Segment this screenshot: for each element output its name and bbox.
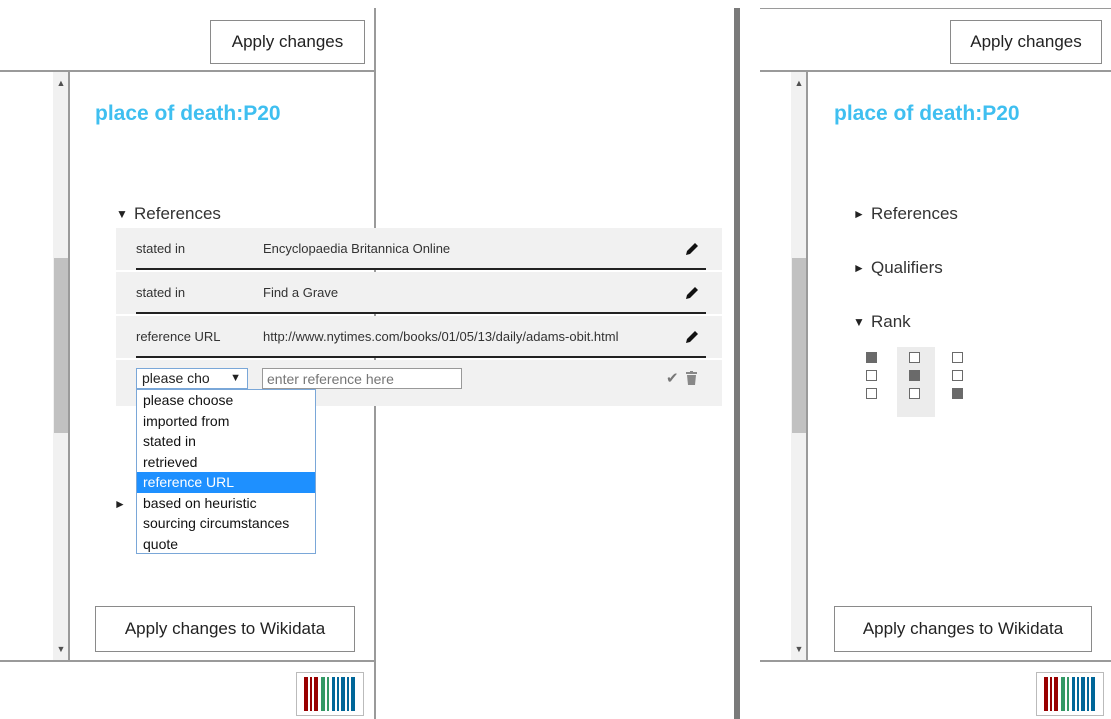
apply-changes-button[interactable]: Apply changes [210, 20, 365, 64]
reference-row: reference URL http://www.nytimes.com/boo… [116, 316, 722, 358]
wikidata-logo[interactable] [1036, 672, 1104, 716]
qualifiers-toggle[interactable]: ► [114, 497, 132, 511]
reference-value: Encyclopaedia Britannica Online [263, 241, 451, 256]
row-separator [136, 356, 706, 358]
wikidata-barcode-icon [304, 677, 355, 711]
scroll-down-icon[interactable]: ▼ [53, 642, 69, 656]
property-title: place of death:P20 [834, 102, 1020, 125]
dropdown-option-selected[interactable]: reference URL [137, 472, 315, 493]
screenshot-divider [734, 8, 740, 719]
triangle-down-icon: ▼ [853, 315, 865, 329]
chevron-down-icon: ▼ [230, 372, 241, 384]
rank-preferred-option[interactable] [866, 352, 880, 400]
reference-value-input[interactable] [262, 368, 462, 389]
rank-toggle[interactable]: ▼ Rank [853, 312, 911, 332]
triangle-right-icon: ► [114, 497, 126, 511]
row-separator [136, 312, 706, 314]
wikidata-logo[interactable] [296, 672, 364, 716]
dropdown-option[interactable]: stated in [137, 431, 315, 452]
apply-changes-button[interactable]: Apply changes [950, 20, 1102, 64]
left-scrollbar[interactable]: ▲ ▼ [53, 72, 70, 660]
right-header-divider [760, 70, 1111, 72]
references-toggle[interactable]: ► References [853, 204, 958, 224]
right-footer-divider [760, 660, 1111, 662]
scroll-up-icon[interactable]: ▲ [791, 76, 807, 90]
reference-property-dropdown[interactable]: please choose imported from stated in re… [136, 389, 316, 554]
apply-to-wikidata-button[interactable]: Apply changes to Wikidata [834, 606, 1092, 652]
property-title: place of death:P20 [95, 102, 281, 125]
dropdown-option[interactable]: please choose [137, 390, 315, 411]
rank-indicator [909, 388, 920, 399]
reference-value: Find a Grave [263, 285, 339, 300]
trash-icon[interactable] [686, 371, 697, 385]
apply-to-wikidata-button[interactable]: Apply changes to Wikidata [95, 606, 355, 652]
scroll-up-icon[interactable]: ▲ [53, 76, 69, 90]
dropdown-option[interactable]: quote [137, 534, 315, 555]
dropdown-option[interactable]: imported from [137, 411, 315, 432]
pencil-icon[interactable] [683, 328, 701, 346]
wikidata-barcode-icon [1044, 677, 1095, 711]
rank-indicator [952, 388, 963, 399]
rank-indicator [952, 352, 963, 363]
select-value: please cho [142, 370, 210, 386]
rank-deprecated-option[interactable] [952, 352, 966, 400]
qualifiers-label: Qualifiers [871, 258, 943, 277]
dropdown-option[interactable]: sourcing circumstances [137, 513, 315, 534]
triangle-right-icon: ► [853, 207, 865, 221]
rank-label: Rank [871, 312, 911, 331]
reference-property-select[interactable]: please cho ▼ [136, 368, 248, 389]
rank-normal-option[interactable] [909, 352, 923, 400]
scrollbar-thumb[interactable] [54, 258, 68, 433]
dropdown-option[interactable]: based on heuristic [137, 493, 315, 514]
rank-indicator [909, 370, 920, 381]
right-scrollbar[interactable]: ▲ ▼ [791, 72, 808, 660]
scroll-down-icon[interactable]: ▼ [791, 642, 807, 656]
references-label: References [134, 204, 221, 223]
right-top-border [760, 8, 1111, 9]
rank-indicator [866, 370, 877, 381]
rank-indicator [909, 352, 920, 363]
dropdown-option[interactable]: retrieved [137, 452, 315, 473]
rank-indicator [866, 352, 877, 363]
reference-row: stated in Encyclopaedia Britannica Onlin… [116, 228, 722, 270]
pencil-icon[interactable] [683, 240, 701, 258]
reference-property: stated in [136, 241, 186, 256]
reference-property: stated in [136, 285, 186, 300]
pencil-icon[interactable] [683, 284, 701, 302]
reference-property: reference URL [136, 329, 221, 344]
reference-value: http://www.nytimes.com/books/01/05/13/da… [263, 329, 619, 344]
left-footer-divider [0, 660, 376, 662]
references-label: References [871, 204, 958, 223]
reference-row: stated in Find a Grave [116, 272, 722, 314]
row-separator [136, 268, 706, 270]
scrollbar-thumb[interactable] [792, 258, 806, 433]
checkmark-icon[interactable]: ✔ [666, 369, 679, 387]
rank-indicator [952, 370, 963, 381]
triangle-down-icon: ▼ [116, 207, 128, 221]
rank-indicator [866, 388, 877, 399]
qualifiers-toggle[interactable]: ► Qualifiers [853, 258, 943, 278]
triangle-right-icon: ► [853, 261, 865, 275]
references-toggle[interactable]: ▼ References [116, 204, 221, 224]
